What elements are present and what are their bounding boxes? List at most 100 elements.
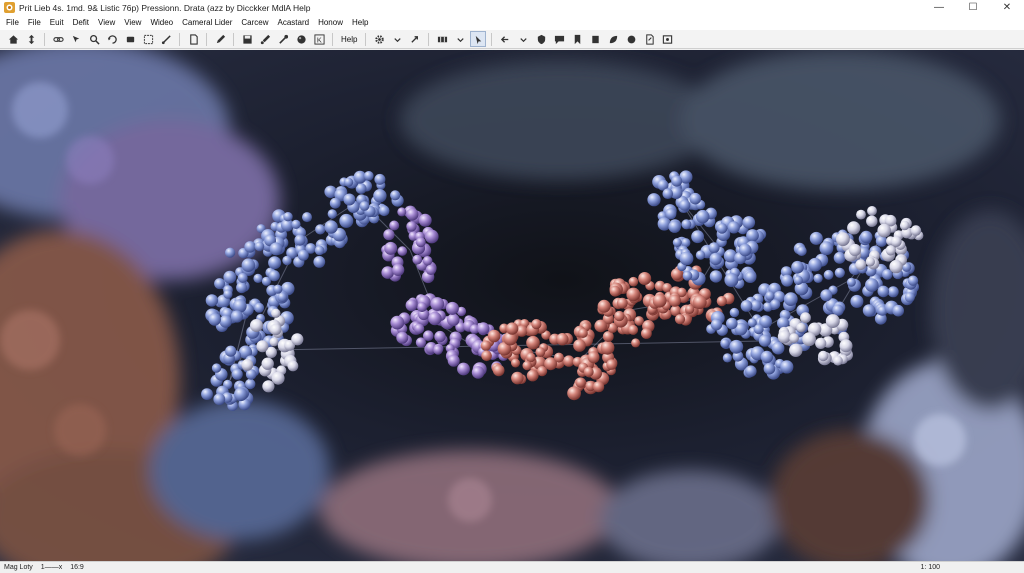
close-button[interactable]: ✕ [990,0,1024,15]
square-icon[interactable] [587,31,603,47]
atom-sphere [808,257,822,272]
chevron-down-icon[interactable] [452,31,468,47]
atom-sphere [492,364,505,377]
menu-edit[interactable]: Euit [46,15,69,30]
atom-sphere [689,192,702,205]
atom-sphere [628,276,639,287]
pen-icon[interactable] [212,31,228,47]
status-scale: 1——x [40,564,63,571]
pipette-icon[interactable] [275,31,291,47]
3d-viewport[interactable] [0,50,1024,561]
atom-sphere [415,237,426,248]
atom-sphere [865,257,875,267]
grid-icon[interactable] [434,31,450,47]
menu-camera[interactable]: Cameral Lider [178,15,237,30]
atom-sphere [889,259,903,274]
maximize-button[interactable]: ☐ [956,0,990,15]
menu-file[interactable]: File [2,15,24,30]
atom-sphere [839,339,853,353]
shield-icon[interactable] [533,31,549,47]
chevron-down-icon[interactable] [515,31,531,47]
atom-sphere [223,289,233,299]
chat-icon[interactable] [551,31,567,47]
atom-sphere [283,212,293,222]
sphere-icon[interactable] [293,31,309,47]
document-icon[interactable] [185,31,201,47]
minimize-button[interactable]: — [922,0,956,15]
atom-sphere [682,271,693,281]
menu-view[interactable]: View [94,15,120,30]
atom-sphere [522,360,532,371]
home-icon[interactable] [5,31,21,47]
atom-sphere [695,250,706,260]
back-icon[interactable] [497,31,513,47]
menu-defit[interactable]: Defit [69,15,94,30]
atom-sphere [910,225,922,236]
bookmark-icon[interactable] [569,31,585,47]
leaf-icon[interactable] [605,31,621,47]
atom-sphere [855,259,867,271]
atom-sphere [809,231,823,245]
atom-sphere [587,351,600,364]
move-icon[interactable] [23,31,39,47]
menu-carcew[interactable]: Carcew [237,15,273,30]
atom-sphere [890,236,902,247]
help-button[interactable]: Help [337,35,361,44]
circle-icon[interactable] [623,31,639,47]
atom-sphere [254,302,265,313]
frame-icon[interactable] [659,31,675,47]
toolbar-separator [332,32,333,46]
zoom-icon[interactable] [86,31,102,47]
chevron-down-icon[interactable] [389,31,405,47]
k-icon[interactable]: K [311,31,327,47]
atom-sphere [378,205,390,217]
menu-file-2[interactable]: File [24,15,46,30]
atom-sphere [593,381,605,393]
pan-icon[interactable] [122,31,138,47]
atom-sphere [201,388,213,400]
menu-view-2[interactable]: View [120,15,146,30]
menu-help[interactable]: Help [348,15,373,30]
select-icon[interactable] [140,31,156,47]
atom-sphere [877,223,891,238]
atom-sphere [253,273,263,283]
atom-sphere [691,230,704,244]
atom-sphere [324,220,338,234]
menu-wideo[interactable]: Wideo [146,15,178,30]
atom-sphere [208,313,221,326]
measure-icon[interactable] [158,31,174,47]
atom-sphere [616,297,628,309]
atom-sphere [241,258,256,272]
atom-sphere [729,307,740,318]
pick-icon[interactable] [68,31,84,47]
atom-sphere [397,207,407,217]
menu-honow[interactable]: Honow [314,15,348,30]
arrow-icon[interactable] [407,31,423,47]
atom-sphere [820,289,833,302]
atom-sphere [668,220,681,233]
rotate-icon[interactable] [104,31,120,47]
brush-icon[interactable] [257,31,273,47]
atom-sphere [600,340,615,355]
atom-sphere [237,272,248,283]
atom-sphere [390,315,405,330]
atom-sphere [374,173,386,185]
atom-sphere [847,221,861,235]
atom-sphere [791,260,804,274]
atom-sphere [430,297,445,311]
save-icon[interactable] [239,31,255,47]
atom-sphere [262,380,275,393]
atom-sphere [783,292,798,306]
atom-sphere [850,294,864,308]
link-icon[interactable] [50,31,66,47]
atom-sphere [236,282,248,294]
export-icon[interactable] [641,31,657,47]
atom-sphere [578,328,588,339]
atom-sphere [457,362,470,376]
cursor-icon[interactable] [470,31,487,47]
gear-icon[interactable] [371,31,387,47]
atom-sphere [672,238,682,247]
atom-sphere [727,221,740,234]
menu-acastard[interactable]: Acastard [274,15,315,30]
atom-sphere [396,331,409,344]
